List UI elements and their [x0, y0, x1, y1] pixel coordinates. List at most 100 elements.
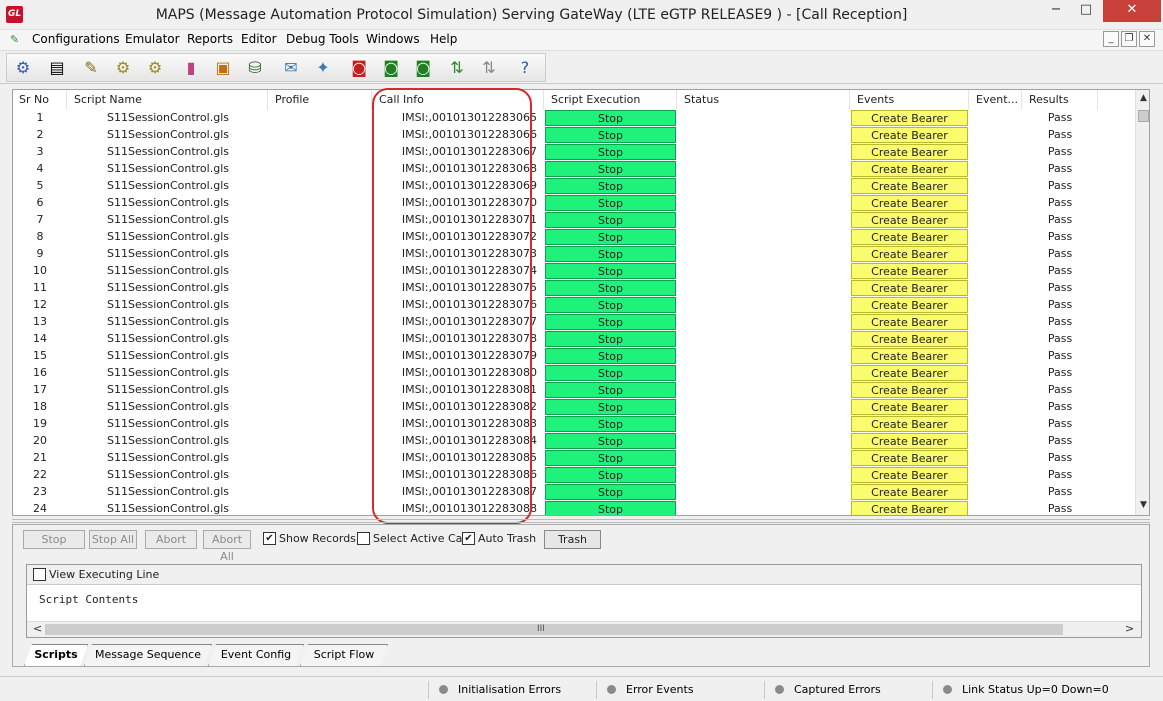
script-execution-stop-button[interactable]: Stop: [545, 433, 676, 449]
create-bearer-button[interactable]: Create Bearer: [851, 263, 968, 279]
script-execution-stop-button[interactable]: Stop: [545, 280, 676, 296]
panel-splitter[interactable]: [12, 519, 1150, 523]
table-row[interactable]: 1 S11SessionControl.gls IMSI:,001013012283…: [13, 110, 1135, 127]
header-events[interactable]: Events: [851, 90, 969, 110]
maximize-button[interactable]: □: [1073, 0, 1099, 22]
status-link[interactable]: Link Status Up=0 Down=0: [932, 681, 1137, 699]
script-execution-stop-button[interactable]: Stop: [545, 110, 676, 126]
table-row[interactable]: 7 S11SessionControl.gls IMSI:,001013012283…: [13, 212, 1135, 229]
horizontal-scroll-thumb[interactable]: [45, 624, 1063, 635]
menu-configurations[interactable]: Configurations: [32, 32, 120, 46]
tab-script-flow[interactable]: Script Flow: [300, 644, 388, 666]
table-row[interactable]: 10 S11SessionControl.gls IMSI:,00101301228…: [13, 263, 1135, 280]
stop-all-button[interactable]: Stop All: [89, 530, 137, 549]
stop-button[interactable]: Stop: [23, 530, 85, 549]
header-status[interactable]: Status: [678, 90, 850, 110]
table-row[interactable]: 16 S11SessionControl.gls IMSI:,00101301228…: [13, 365, 1135, 382]
script-execution-stop-button[interactable]: Stop: [545, 331, 676, 347]
create-bearer-button[interactable]: Create Bearer: [851, 195, 968, 211]
scroll-right-icon[interactable]: >: [1125, 622, 1134, 635]
menu-debug-tools[interactable]: Debug Tools: [286, 32, 359, 46]
auto-trash-checkbox[interactable]: ✔ Auto Trash: [462, 532, 536, 545]
briefcase-icon[interactable]: ▣: [211, 57, 235, 79]
menu-emulator[interactable]: Emulator: [125, 32, 180, 46]
script-execution-stop-button[interactable]: Stop: [545, 195, 676, 211]
view-executing-line-checkbox[interactable]: View Executing Line: [33, 568, 159, 581]
create-bearer-button[interactable]: Create Bearer: [851, 297, 968, 313]
header-script-execution[interactable]: Script Execution: [545, 90, 677, 110]
script-execution-stop-button[interactable]: Stop: [545, 348, 676, 364]
scroll-down-icon[interactable]: ▼: [1136, 500, 1149, 510]
view-executing-line-check-icon[interactable]: [33, 568, 46, 581]
abort-button[interactable]: Abort: [145, 530, 197, 549]
grid-vertical-scrollbar[interactable]: ▲ ▼: [1135, 90, 1149, 515]
script-execution-stop-button[interactable]: Stop: [545, 127, 676, 143]
table-row[interactable]: 22 S11SessionControl.gls IMSI:,00101301228…: [13, 467, 1135, 484]
dll-icon[interactable]: ⚙: [111, 57, 135, 79]
create-bearer-button[interactable]: Create Bearer: [851, 484, 968, 500]
create-bearer-button[interactable]: Create Bearer: [851, 246, 968, 262]
status-captured-errors[interactable]: Captured Errors: [764, 681, 930, 699]
tab-message-sequence[interactable]: Message Sequence: [84, 644, 212, 666]
header-script-name[interactable]: Script Name: [68, 90, 268, 110]
script-execution-stop-button[interactable]: Stop: [545, 416, 676, 432]
create-bearer-button[interactable]: Create Bearer: [851, 365, 968, 381]
link-up-icon[interactable]: ⇅: [445, 57, 469, 79]
mdi-close-button[interactable]: ✕: [1139, 31, 1155, 47]
create-bearer-button[interactable]: Create Bearer: [851, 348, 968, 364]
create-bearer-button[interactable]: Create Bearer: [851, 467, 968, 483]
script-execution-stop-button[interactable]: Stop: [545, 399, 676, 415]
doc-stop-icon[interactable]: ◙: [347, 57, 371, 79]
header-call-info[interactable]: Call Info: [373, 90, 544, 110]
minimize-button[interactable]: −: [1043, 0, 1069, 22]
create-bearer-button[interactable]: Create Bearer: [851, 229, 968, 245]
close-button[interactable]: ✕: [1103, 0, 1161, 22]
table-row[interactable]: 17 S11SessionControl.gls IMSI:,00101301228…: [13, 382, 1135, 399]
script-edit-icon[interactable]: ✎: [79, 57, 103, 79]
table-row[interactable]: 24 S11SessionControl.gls IMSI:,00101301228…: [13, 501, 1135, 515]
script-execution-stop-button[interactable]: Stop: [545, 144, 676, 160]
create-bearer-button[interactable]: Create Bearer: [851, 382, 968, 398]
show-records-check-icon[interactable]: ✔: [263, 532, 276, 545]
auto-trash-check-icon[interactable]: ✔: [462, 532, 475, 545]
table-row[interactable]: 15 S11SessionControl.gls IMSI:,00101301228…: [13, 348, 1135, 365]
create-bearer-button[interactable]: Create Bearer: [851, 331, 968, 347]
create-bearer-button[interactable]: Create Bearer: [851, 127, 968, 143]
profile-icon[interactable]: ▮: [179, 57, 203, 79]
menu-help[interactable]: Help: [430, 32, 457, 46]
link-down-icon[interactable]: ⇅: [477, 57, 501, 79]
tab-event-config[interactable]: Event Config: [208, 644, 304, 666]
table-row[interactable]: 3 S11SessionControl.gls IMSI:,001013012283…: [13, 144, 1135, 161]
table-row[interactable]: 4 S11SessionControl.gls IMSI:,001013012283…: [13, 161, 1135, 178]
script-execution-stop-button[interactable]: Stop: [545, 161, 676, 177]
header-sr-no[interactable]: Sr No: [13, 90, 67, 110]
script-execution-stop-button[interactable]: Stop: [545, 297, 676, 313]
menu-windows[interactable]: Windows: [366, 32, 420, 46]
create-bearer-button[interactable]: Create Bearer: [851, 416, 968, 432]
create-bearer-button[interactable]: Create Bearer: [851, 314, 968, 330]
database-lock-icon[interactable]: ⛁: [243, 57, 267, 79]
script-execution-stop-button[interactable]: Stop: [545, 314, 676, 330]
table-row[interactable]: 20 S11SessionControl.gls IMSI:,00101301228…: [13, 433, 1135, 450]
create-bearer-button[interactable]: Create Bearer: [851, 280, 968, 296]
status-error-events[interactable]: Error Events: [596, 681, 762, 699]
table-row[interactable]: 11 S11SessionControl.gls IMSI:,00101301228…: [13, 280, 1135, 297]
mdi-child-icon[interactable]: ✎: [10, 33, 19, 46]
create-bearer-button[interactable]: Create Bearer: [851, 501, 968, 515]
script-execution-stop-button[interactable]: Stop: [545, 263, 676, 279]
gear-icon[interactable]: ⚙: [11, 57, 35, 79]
select-active-call-check-icon[interactable]: [357, 532, 370, 545]
create-bearer-button[interactable]: Create Bearer: [851, 144, 968, 160]
table-row[interactable]: 9 S11SessionControl.gls IMSI:,001013012283…: [13, 246, 1135, 263]
scroll-thumb[interactable]: [1138, 110, 1149, 122]
status-initialisation-errors[interactable]: Initialisation Errors: [428, 681, 594, 699]
table-row[interactable]: 2 S11SessionControl.gls IMSI:,001013012283…: [13, 127, 1135, 144]
table-row[interactable]: 19 S11SessionControl.gls IMSI:,00101301228…: [13, 416, 1135, 433]
message-edit-icon[interactable]: ✉: [279, 57, 303, 79]
create-bearer-button[interactable]: Create Bearer: [851, 161, 968, 177]
script-execution-stop-button[interactable]: Stop: [545, 382, 676, 398]
scroll-up-icon[interactable]: ▲: [1136, 93, 1149, 103]
script-contents-text[interactable]: Script Contents: [39, 593, 138, 606]
script-execution-stop-button[interactable]: Stop: [545, 484, 676, 500]
menu-editor[interactable]: Editor: [241, 32, 277, 46]
